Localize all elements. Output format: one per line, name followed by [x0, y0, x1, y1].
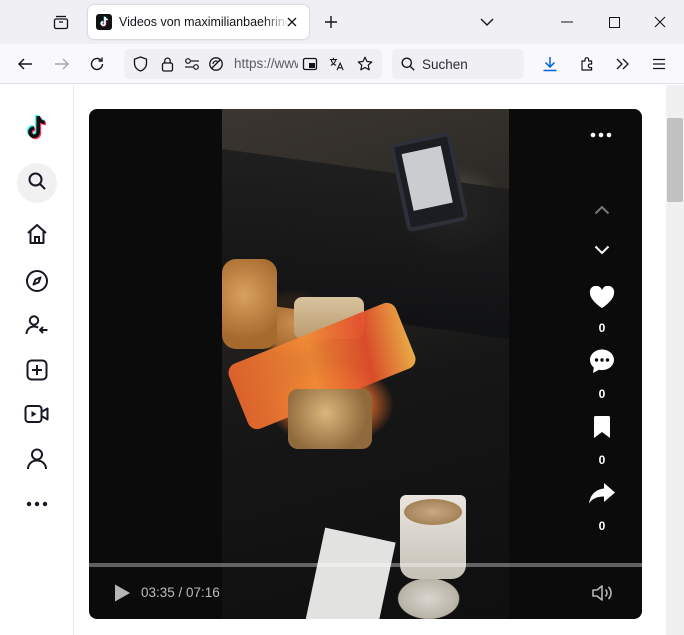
- forward-icon[interactable]: [50, 52, 74, 76]
- chevron-up-icon[interactable]: [591, 201, 613, 219]
- explore-icon[interactable]: [24, 268, 50, 294]
- chevron-down-icon[interactable]: [476, 11, 498, 33]
- home-icon[interactable]: [24, 221, 50, 247]
- extensions-icon[interactable]: [575, 52, 599, 76]
- share-icon[interactable]: [588, 481, 616, 505]
- star-icon[interactable]: [357, 56, 373, 72]
- video-player[interactable]: 0 0 0 0 03:35 / 07:16: [89, 109, 642, 619]
- permissions-icon[interactable]: [184, 56, 200, 72]
- menu-icon[interactable]: [647, 52, 671, 76]
- navigation-toolbar: https://www. Suchen: [0, 44, 684, 84]
- minimize-icon[interactable]: [552, 8, 582, 36]
- lock-icon[interactable]: [159, 56, 175, 72]
- video-time: 03:35 / 07:16: [141, 585, 220, 600]
- comment-count: 0: [598, 387, 606, 401]
- close-window-icon[interactable]: [645, 8, 675, 36]
- following-icon[interactable]: [24, 312, 50, 338]
- search-placeholder: Suchen: [422, 57, 468, 72]
- reload-icon[interactable]: [85, 52, 109, 76]
- active-tab[interactable]: Videos von maximilianbaehring: [88, 5, 309, 39]
- bookmark-count: 0: [598, 453, 606, 467]
- overflow-icon[interactable]: [611, 52, 635, 76]
- browser-window: Videos von maximilianbaehring https://ww…: [0, 0, 684, 635]
- scrollbar-thumb[interactable]: [667, 118, 683, 202]
- like-count: 0: [598, 321, 606, 335]
- translate-icon[interactable]: [329, 56, 345, 72]
- search-icon: [28, 172, 46, 195]
- close-icon[interactable]: [284, 14, 300, 30]
- tab-list-icon[interactable]: [50, 11, 72, 33]
- profile-icon[interactable]: [24, 446, 50, 472]
- tiktok-icon: [96, 14, 112, 30]
- volume-icon[interactable]: [589, 582, 615, 604]
- video-frame[interactable]: [222, 109, 509, 619]
- back-icon[interactable]: [13, 52, 37, 76]
- tiktok-logo[interactable]: [23, 113, 51, 143]
- more-options-icon[interactable]: [589, 127, 613, 143]
- more-icon[interactable]: [24, 491, 50, 517]
- share-count: 0: [598, 519, 606, 533]
- url-bar[interactable]: https://www.: [124, 49, 382, 79]
- maximize-icon[interactable]: [599, 8, 629, 36]
- heart-icon[interactable]: [588, 284, 616, 310]
- search-icon: [401, 57, 415, 76]
- play-icon[interactable]: [111, 582, 133, 604]
- live-icon[interactable]: [24, 401, 50, 427]
- reader-view-icon[interactable]: [302, 56, 318, 72]
- plus-icon[interactable]: [320, 11, 342, 33]
- video-progress-bar[interactable]: [89, 563, 642, 567]
- comment-icon[interactable]: [588, 347, 616, 375]
- chevron-down-icon[interactable]: [591, 241, 613, 259]
- upload-icon[interactable]: [24, 357, 50, 383]
- bookmark-icon[interactable]: [591, 414, 613, 440]
- shield-icon[interactable]: [132, 56, 148, 72]
- sidebar-search-button[interactable]: [17, 163, 57, 203]
- tab-strip: Videos von maximilianbaehring: [0, 0, 684, 44]
- sidebar: [0, 85, 74, 635]
- search-bar[interactable]: Suchen: [392, 49, 524, 79]
- page-content: 0 0 0 0 03:35 / 07:16: [0, 85, 684, 635]
- tab-title: Videos von maximilianbaehring: [119, 15, 289, 29]
- download-icon[interactable]: [538, 52, 562, 76]
- url-text: https://www.: [234, 56, 298, 71]
- tracking-off-icon[interactable]: [208, 56, 224, 72]
